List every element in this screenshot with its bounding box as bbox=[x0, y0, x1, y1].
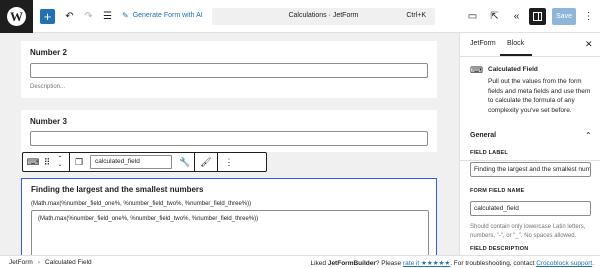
block-name: Calculated Field bbox=[488, 66, 538, 73]
calc-formula-preview: (Math.max(%number_field_one%, %number_fi… bbox=[31, 201, 252, 207]
top-toolbar: W + ↶ ↷ ☰ ✎ Generate Form with AI Calcul… bbox=[0, 0, 600, 33]
tab-jetform[interactable]: JetForm bbox=[470, 40, 496, 47]
external-link-icon[interactable]: ⇱ bbox=[486, 8, 503, 25]
options-group: ⋮ bbox=[218, 153, 240, 171]
calc-title: Finding the largest and the smallest num… bbox=[31, 185, 204, 194]
form-field-name-input[interactable]: calculated_field bbox=[470, 201, 591, 216]
active-tab-indicator bbox=[500, 54, 532, 56]
shortcut-hint: Ctrl+K bbox=[406, 12, 426, 19]
field-label-label: FIELD LABEL bbox=[470, 150, 508, 156]
footer-text-3: . For troubleshooting, contact bbox=[450, 260, 537, 267]
number2-input[interactable] bbox=[30, 63, 428, 78]
ai-sparkle-icon: ✎ bbox=[122, 11, 129, 20]
footer-text-2: ? Please bbox=[375, 260, 403, 267]
sidebar-icon bbox=[533, 12, 542, 21]
field-description-label: FIELD DESCRIPTION bbox=[470, 246, 529, 252]
footer-brand: JetFormBuilder bbox=[327, 260, 376, 267]
footer-text-1: Liked bbox=[310, 260, 328, 267]
number3-label: Number 3 bbox=[30, 117, 67, 126]
redo-icon[interactable]: ↷ bbox=[80, 8, 97, 25]
document-title: Calculations · JetForm bbox=[288, 12, 359, 19]
block-type-icon[interactable]: ⌨ bbox=[25, 153, 41, 171]
more-options-icon[interactable]: ⋮ bbox=[580, 8, 597, 25]
block-description: Pull out the values from the form fields… bbox=[488, 78, 591, 114]
block-toolbar: ⌨ ⠿ ⌃ ⌄ ❐ calculated_field 🔧 🖌 ⋮ bbox=[22, 152, 267, 172]
number2-label: Number 2 bbox=[30, 48, 67, 57]
add-block-button[interactable]: + bbox=[40, 9, 55, 24]
breadcrumb-jetform[interactable]: JetForm bbox=[9, 259, 33, 266]
undo-icon[interactable]: ↶ bbox=[61, 8, 78, 25]
command-palette-bar[interactable]: Calculations · JetForm Ctrl+K bbox=[212, 8, 435, 25]
block-options-icon[interactable]: ⋮ bbox=[222, 153, 236, 171]
save-button[interactable]: Save bbox=[552, 8, 576, 25]
field-label-input[interactable]: Finding the largest and the smallest num bbox=[470, 162, 591, 177]
move-up-down-icon[interactable]: ⌃ ⌄ bbox=[53, 153, 67, 171]
calc-formula-text: (Math.max(%number_field_one%, %number_fi… bbox=[38, 216, 259, 222]
calculated-field-block[interactable]: Finding the largest and the smallest num… bbox=[21, 178, 437, 255]
settings-sidebar-toggle[interactable] bbox=[529, 8, 546, 25]
breadcrumb-separator: › bbox=[37, 259, 41, 266]
brush-icon[interactable]: 🖌 bbox=[199, 153, 213, 171]
support-link[interactable]: Crocoblock support bbox=[536, 260, 592, 267]
editor-canvas: Number 2 Description... Number 3 Finding… bbox=[0, 33, 459, 255]
block-switcher-group: ⌨ ⠿ ⌃ ⌄ bbox=[23, 153, 70, 171]
wordpress-icon: W bbox=[7, 7, 26, 26]
close-icon[interactable]: ✕ bbox=[585, 39, 593, 50]
block-card: ⌨ Calculated Field Pull out the values f… bbox=[460, 57, 600, 161]
chevron-up-icon[interactable]: ⌃ bbox=[585, 131, 592, 140]
field-name-group: ❐ calculated_field 🔧 bbox=[70, 153, 195, 171]
view-desktop-icon[interactable]: ▭ bbox=[464, 8, 481, 25]
form-field-name-label: FORM FIELD NAME bbox=[470, 188, 525, 194]
generate-form-label: Generate Form with AI bbox=[132, 12, 203, 19]
status-bar: JetForm › Calculated Field Liked JetForm… bbox=[0, 255, 600, 268]
wrench-icon[interactable]: 🔧 bbox=[178, 153, 192, 171]
number3-input[interactable] bbox=[30, 131, 428, 146]
calculator-icon: ⌨ bbox=[470, 65, 483, 75]
footer-note: Liked JetFormBuilder? Please rate it ★★★… bbox=[310, 259, 594, 267]
sidebar-tabs: JetForm Block ✕ bbox=[460, 33, 600, 57]
style-group: 🖌 bbox=[195, 153, 218, 171]
number3-block[interactable]: Number 3 bbox=[21, 110, 437, 152]
tab-block[interactable]: Block bbox=[507, 40, 524, 47]
copy-icon[interactable]: ❐ bbox=[72, 153, 86, 171]
generate-form-ai-button[interactable]: ✎ Generate Form with AI bbox=[122, 11, 203, 20]
panel-general-title[interactable]: General bbox=[470, 132, 496, 139]
collapse-chevrons-icon[interactable]: « bbox=[508, 8, 525, 25]
number2-block[interactable]: Number 2 Description... bbox=[21, 41, 437, 98]
breadcrumb-calculated-field[interactable]: Calculated Field bbox=[45, 259, 92, 266]
calc-formula-editor[interactable]: (Math.max(%number_field_one%, %number_fi… bbox=[31, 210, 429, 255]
footer-text-4: . bbox=[592, 260, 594, 267]
wordpress-logo[interactable]: W bbox=[0, 0, 33, 33]
breadcrumb: JetForm › Calculated Field bbox=[9, 259, 92, 266]
field-name-help: Should contain only lowercase Latin lett… bbox=[470, 224, 586, 239]
field-name-input[interactable]: calculated_field bbox=[90, 155, 172, 169]
rate-link[interactable]: rate it ★★★★★ bbox=[403, 260, 450, 267]
number2-description: Description... bbox=[30, 84, 66, 90]
drag-handle-icon[interactable]: ⠿ bbox=[41, 153, 53, 171]
document-overview-icon[interactable]: ☰ bbox=[99, 8, 116, 25]
settings-sidebar: JetForm Block ✕ ⌨ Calculated Field Pull … bbox=[459, 33, 600, 255]
